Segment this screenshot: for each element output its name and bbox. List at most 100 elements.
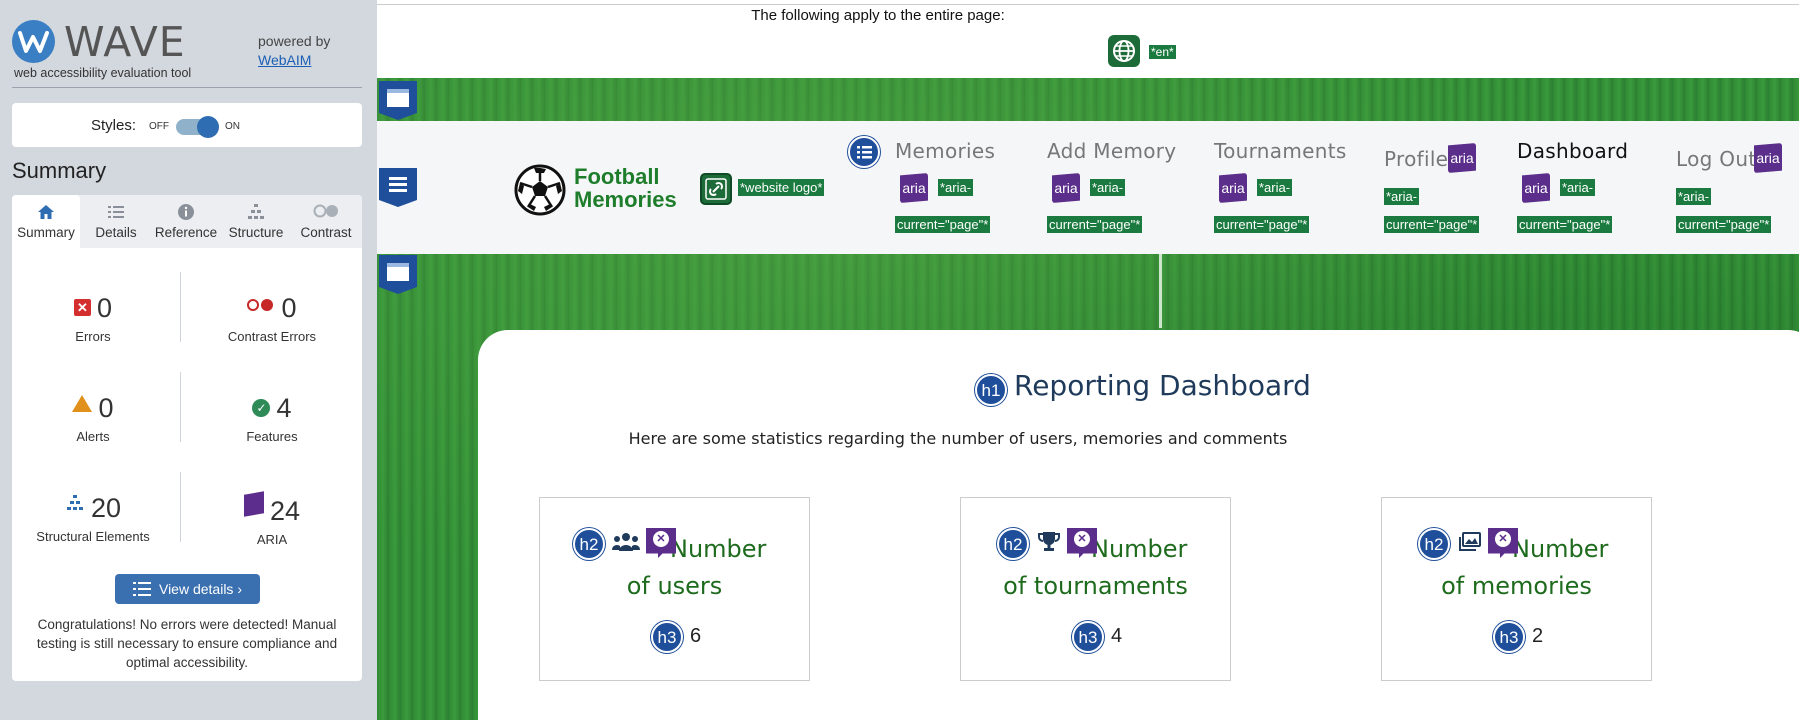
tab-contrast[interactable]: Contrast	[292, 195, 360, 248]
aria-stat[interactable]: 24 ARIA	[192, 491, 352, 547]
tournaments-count: 4	[1111, 625, 1123, 647]
h3-icon[interactable]: h3	[1493, 621, 1525, 653]
aria-current-tag: *aria-	[938, 179, 974, 196]
aria-current-tag: *aria-	[1090, 179, 1126, 196]
tab-bar: Summary Details Reference Structure Cont…	[12, 195, 362, 248]
tab-details[interactable]: Details	[82, 195, 150, 248]
nav-profile[interactable]: Profile	[1384, 147, 1448, 171]
website-logo-tag: *website logo*	[738, 179, 825, 196]
h1-icon[interactable]: h1	[975, 374, 1007, 406]
tab-label: Details	[95, 225, 137, 240]
trophy-icon	[1037, 531, 1061, 559]
page-subtitle: Here are some statistics regarding the n…	[377, 429, 1799, 448]
tab-reference[interactable]: Reference	[152, 195, 220, 248]
stat-card-title-line2: of memories	[1441, 572, 1592, 600]
tab-summary[interactable]: Summary	[12, 195, 80, 248]
aria-icon	[243, 491, 264, 517]
aria-current-tag: *aria-	[1257, 179, 1293, 196]
aria-current-tag: current="page"*	[1214, 216, 1310, 233]
aria-icon[interactable]: aria	[1754, 143, 1782, 173]
aria-current-tag: current="page"*	[1517, 216, 1613, 233]
alerts-count: 0	[98, 393, 114, 423]
tab-label: Structure	[228, 225, 284, 240]
nav-dashboard[interactable]: Dashboard	[1517, 139, 1628, 163]
site-name-line2: Memories	[574, 187, 677, 212]
globe-icon[interactable]	[1108, 35, 1140, 67]
sitemap-icon	[222, 203, 290, 223]
header-region-icon[interactable]	[377, 79, 419, 121]
divider	[180, 472, 181, 542]
styles-toggle-knob[interactable]	[197, 116, 219, 138]
aria-current-tag: *aria-	[1560, 179, 1596, 196]
stat-card-tournaments: Number of tournaments h2 h3 4	[960, 497, 1231, 681]
aria-icon[interactable]: aria	[1052, 173, 1080, 203]
errors-count: 0	[96, 293, 113, 323]
wave-tagline: web accessibility evaluation tool	[14, 66, 192, 80]
contrast-icon	[292, 203, 360, 223]
memories-count: 2	[1532, 625, 1544, 647]
view-details-button[interactable]: View details ›	[115, 574, 260, 604]
features-label: Features	[246, 429, 298, 444]
pitch-line	[1159, 254, 1162, 328]
aria-hidden-icon[interactable]	[1488, 528, 1518, 558]
structural-label: Structural Elements	[36, 529, 150, 544]
nav-log-out[interactable]: Log Out	[1676, 147, 1756, 171]
tab-label: Reference	[154, 225, 218, 240]
alerts-stat[interactable]: 0 Alerts	[13, 393, 173, 444]
h2-icon[interactable]: h2	[573, 528, 605, 560]
aria-current-tag: *aria-	[1384, 188, 1420, 205]
contrast-errors-stat[interactable]: 0 Contrast Errors	[192, 293, 352, 344]
wave-title: WAVE	[64, 18, 186, 66]
alerts-label: Alerts	[76, 429, 110, 444]
aria-current-tag: current="page"*	[1047, 216, 1143, 233]
errors-label: Errors	[75, 329, 111, 344]
divider	[180, 272, 181, 342]
h2-icon[interactable]: h2	[1418, 528, 1450, 560]
divider	[180, 372, 181, 442]
football-logo-icon[interactable]	[514, 164, 566, 216]
checkmark-icon: ✓	[252, 399, 271, 417]
list-icon	[132, 582, 151, 596]
features-stat[interactable]: ✓ 4 Features	[192, 393, 352, 444]
aria-hidden-icon[interactable]	[1067, 528, 1097, 558]
nav-add-memory[interactable]: Add Memory	[1047, 139, 1176, 163]
aria-current-tag: current="page"*	[1384, 216, 1480, 233]
site-name[interactable]: Football Memories	[574, 165, 677, 211]
h3-icon[interactable]: h3	[651, 621, 683, 653]
page-subtitle-text: Here are some statistics regarding the n…	[628, 429, 1288, 448]
users-count: 6	[690, 625, 702, 647]
h3-icon[interactable]: h3	[1072, 621, 1104, 653]
page-level-icons-bar: The following apply to the entire page: …	[377, 4, 1799, 78]
h2-icon[interactable]: h2	[997, 528, 1029, 560]
lang-tag: *en*	[1149, 45, 1176, 59]
stat-card-memories: Number of memories h2 h3 2	[1381, 497, 1652, 681]
structural-stat[interactable]: 20 Structural Elements	[13, 493, 173, 544]
errors-stat[interactable]: ✕ 0 Errors	[13, 293, 173, 344]
features-count: 4	[276, 393, 292, 423]
webaim-link[interactable]: WebAIM	[258, 52, 311, 68]
nav-memories[interactable]: Memories	[895, 139, 995, 163]
aria-hidden-icon[interactable]	[646, 528, 676, 558]
aria-icon[interactable]: aria	[1448, 143, 1476, 173]
aria-icon[interactable]: aria	[1522, 173, 1550, 203]
styles-toggle-box: Styles: OFF ON	[12, 103, 362, 147]
list-icon[interactable]	[848, 136, 880, 168]
info-icon	[152, 203, 220, 223]
home-icon	[12, 203, 80, 223]
powered-by-text: powered by	[258, 33, 331, 49]
styles-label: Styles:	[91, 117, 137, 134]
linked-image-icon[interactable]	[700, 173, 732, 205]
entire-page-note: The following apply to the entire page:	[751, 7, 1005, 24]
contrast-errors-count: 0	[281, 293, 297, 323]
site-name-line1: Football	[574, 164, 660, 189]
nav-tournaments[interactable]: Tournaments	[1214, 139, 1347, 163]
aria-icon[interactable]: aria	[1219, 173, 1247, 203]
navigation-region-icon[interactable]	[377, 166, 419, 208]
wave-brand: WAVE web accessibility evaluation tool p…	[12, 18, 372, 82]
aria-label: ARIA	[256, 532, 288, 547]
view-details-label: View details ›	[158, 581, 242, 597]
tab-structure[interactable]: Structure	[222, 195, 290, 248]
aria-icon[interactable]: aria	[900, 173, 928, 203]
main-region-icon[interactable]	[377, 253, 419, 295]
aria-current-tag: *aria-	[1676, 188, 1712, 205]
